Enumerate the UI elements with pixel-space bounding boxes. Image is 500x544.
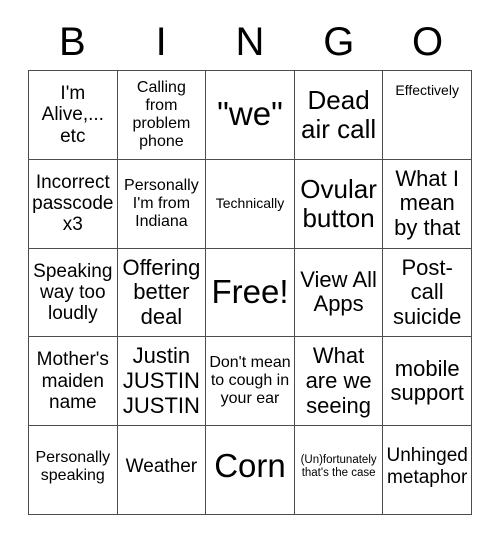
bingo-cell-label: Post-call suicide: [392, 254, 462, 329]
bingo-grid: I'm Alive,... etc Calling from problem ph…: [28, 70, 472, 515]
bingo-cell[interactable]: Ovular button: [294, 159, 384, 249]
bingo-cell[interactable]: Dead air call: [294, 71, 384, 160]
bingo-cell-label: What I mean by that: [394, 165, 461, 240]
bingo-cell-label: I'm Alive,... etc: [41, 83, 104, 147]
bingo-cell-label: Technically: [215, 194, 285, 211]
bingo-cell-label: Mother's maiden name: [36, 349, 109, 413]
bingo-cell-label: mobile support: [390, 355, 464, 406]
bingo-card: B I N G O I'm Alive,... etc Calling from prob…: [0, 0, 500, 544]
bingo-cell[interactable]: Don't mean to cough in your ear: [206, 337, 295, 427]
bingo-header: BINGO: [28, 16, 472, 68]
bingo-cell-label: Personally I'm from Indiana: [124, 176, 199, 230]
bingo-cell-label: Dead air call: [301, 84, 377, 144]
bingo-header-letter-o: O: [412, 20, 444, 64]
bingo-cell[interactable]: Effectively: [383, 71, 472, 160]
bingo-cell[interactable]: What are we seeing: [294, 337, 384, 427]
bingo-cell-label: Ovular button: [300, 173, 377, 233]
bingo-cell[interactable]: Calling from problem phone: [117, 71, 207, 160]
bingo-cell-label: "we": [217, 95, 283, 133]
bingo-cell-label: What are we seeing: [305, 343, 372, 418]
bingo-cell[interactable]: I'm Alive,... etc: [29, 71, 118, 160]
bingo-cell[interactable]: Corn: [206, 426, 295, 515]
bingo-cell-label: (Un)fortunately that's the case: [300, 453, 377, 479]
bingo-cell[interactable]: Post-call suicide: [383, 248, 472, 338]
bingo-cell[interactable]: Mother's maiden name: [29, 337, 118, 427]
bingo-cell-label: View All Apps: [300, 266, 377, 317]
bingo-header-letter-g: G: [323, 20, 355, 64]
bingo-cell-label: Effectively: [395, 82, 459, 98]
bingo-free-space-cell[interactable]: Free!: [206, 248, 295, 338]
bingo-cell[interactable]: Speaking way too loudly: [29, 248, 118, 338]
bingo-cell[interactable]: Justin JUSTIN JUSTIN: [117, 337, 207, 427]
bingo-cell[interactable]: "we": [206, 71, 295, 160]
bingo-cell[interactable]: Unhinged metaphor: [383, 426, 472, 515]
bingo-cell[interactable]: View All Apps: [294, 248, 384, 338]
bingo-cell-label: Offering better deal: [122, 254, 201, 329]
bingo-cell[interactable]: Technically: [206, 159, 295, 249]
bingo-cell[interactable]: Weather: [117, 426, 207, 515]
bingo-cell-label: Free!: [211, 273, 289, 311]
bingo-cell[interactable]: mobile support: [383, 337, 472, 427]
bingo-cell[interactable]: Personally speaking: [29, 426, 118, 515]
bingo-cell-label: Incorrect passcode x3: [32, 171, 114, 236]
bingo-cell-label: Calling from problem phone: [132, 79, 191, 150]
bingo-cell-label: Weather: [125, 455, 198, 477]
bingo-cell-label: Personally speaking: [35, 448, 111, 484]
bingo-header-letter-i: I: [155, 20, 167, 64]
bingo-header-letter-n: N: [235, 20, 265, 64]
bingo-cell-label: Speaking way too loudly: [33, 260, 113, 325]
bingo-cell[interactable]: Personally I'm from Indiana: [117, 159, 207, 249]
bingo-cell-label: Justin JUSTIN JUSTIN: [122, 343, 200, 418]
bingo-header-letter-b: B: [59, 20, 86, 64]
bingo-cell[interactable]: (Un)fortunately that's the case: [294, 426, 384, 515]
bingo-cell-label: Don't mean to cough in your ear: [209, 354, 291, 408]
bingo-cell[interactable]: What I mean by that: [383, 159, 472, 249]
bingo-cell-label: Corn: [214, 447, 286, 485]
bingo-cell[interactable]: Incorrect passcode x3: [29, 159, 118, 249]
bingo-cell[interactable]: Offering better deal: [117, 248, 207, 338]
bingo-cell-label: Unhinged metaphor: [386, 445, 468, 488]
